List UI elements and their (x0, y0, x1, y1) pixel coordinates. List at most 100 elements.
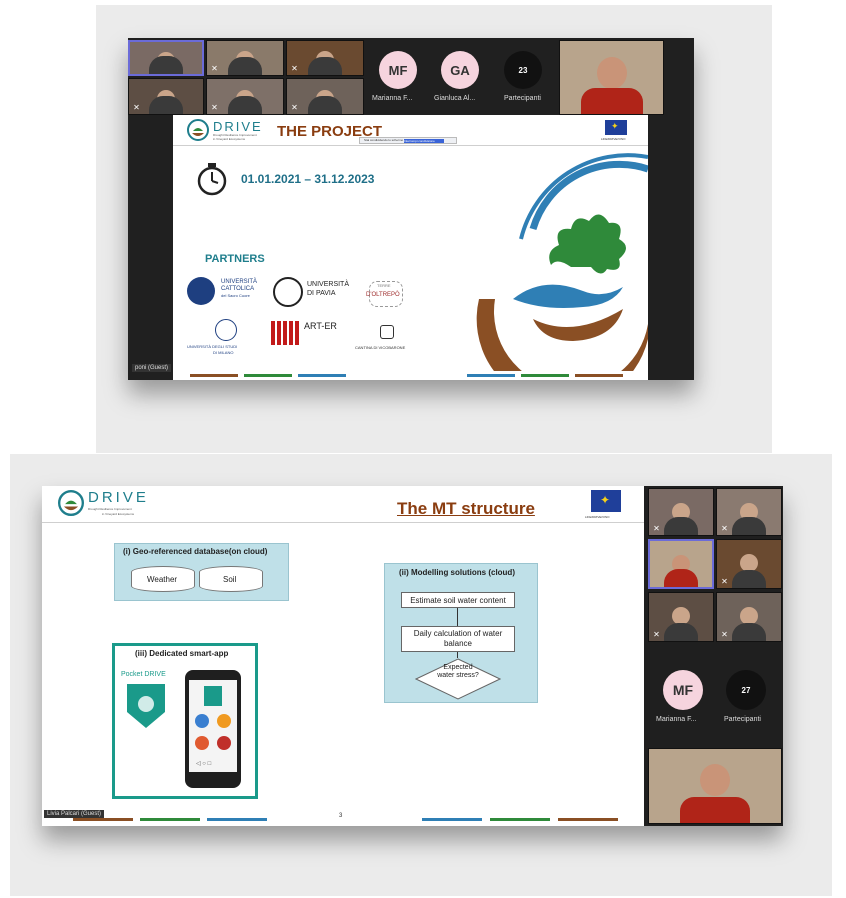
partner-name: del Sacro Cuore (221, 293, 250, 298)
footer-bar (190, 374, 238, 377)
screen-share-toolbar[interactable]: Stai condividendo lo schermo Interrompi … (359, 137, 457, 144)
video-call-window-1: ✕ ✕ ✕ ✕ ✕ MF Marianna F... GA Gianluca A… (128, 38, 694, 380)
muted-mic-icon: ✕ (721, 524, 728, 533)
app-tile-icon[interactable] (217, 736, 231, 750)
footer-bar (521, 374, 569, 377)
participant-body (149, 96, 183, 114)
video-call-window-2: DRIVE Drought Resilience Improvement in … (42, 486, 783, 826)
unipv-seal-icon (273, 277, 303, 307)
muted-mic-icon: ✕ (291, 103, 298, 112)
footer-bar (73, 818, 133, 821)
stopwatch-icon (197, 163, 227, 196)
participant-tile[interactable]: ✕ (648, 488, 714, 536)
avatar[interactable]: MF (379, 51, 417, 89)
participant-tile[interactable]: ✕ (648, 592, 714, 642)
muted-mic-icon: ✕ (721, 577, 728, 586)
participant-body (228, 96, 262, 114)
slide-header-divider (173, 145, 648, 146)
participants-count[interactable]: 27 (726, 670, 766, 710)
app-tile-icon[interactable] (195, 714, 209, 728)
footer-bar (575, 374, 623, 377)
participants-label: Partecipanti (724, 716, 761, 723)
participant-body (732, 570, 766, 588)
participant-tile[interactable]: ✕ (716, 592, 782, 642)
partner-name: TERRE (377, 283, 391, 288)
art-er-logo-icon (271, 321, 301, 345)
participant-tile[interactable]: ✕ (206, 40, 284, 76)
participant-tile[interactable] (128, 40, 204, 76)
presenter-name-label: poni (Guest) (132, 364, 172, 372)
participant-name: Marianna F... (372, 95, 413, 102)
eu-flag-icon: ✦ (591, 490, 621, 512)
participant-body (664, 569, 698, 587)
participant-name: Marianna F... (656, 716, 697, 723)
project-dates: 01.01.2021 – 31.12.2023 (241, 172, 375, 186)
modelling-title: (ii) Modelling solutions (cloud) (399, 568, 515, 577)
smart-app-title: (iii) Dedicated smart-app (135, 649, 229, 658)
app-logo-icon (204, 686, 222, 706)
database-item-soil: Soil (223, 575, 237, 584)
stop-sharing-button[interactable]: Interrompi condivisione (404, 139, 444, 143)
participant-tile[interactable]: ✕ (716, 488, 782, 536)
ucsc-seal-icon (187, 277, 215, 305)
muted-mic-icon: ✕ (291, 64, 298, 73)
partner-name: DI MILANO (213, 350, 234, 355)
participant-tile[interactable]: ✕ (286, 40, 364, 76)
footer-bar (422, 818, 482, 821)
avatar[interactable]: GA (441, 51, 479, 89)
partner-name: CANTINA DI VICOBARONE (355, 345, 406, 350)
unimi-seal-icon (215, 319, 237, 341)
partner-name: CATTOLICA (221, 286, 255, 292)
muted-mic-icon: ✕ (653, 630, 660, 639)
participant-tile[interactable]: ✕ (286, 78, 364, 115)
participant-body (308, 96, 342, 114)
drive-logo-text: DRIVE (213, 119, 263, 134)
participant-body (664, 623, 698, 641)
avatar[interactable]: MF (663, 670, 703, 710)
geo-database-panel: (i) Geo-referenced database(on cloud) We… (114, 543, 289, 601)
phone-nav-icon: ◁ ○ □ (196, 761, 212, 767)
smartphone-screen: ◁ ○ □ (189, 680, 237, 772)
presenter-body (680, 797, 750, 823)
footer-bar (298, 374, 346, 377)
shared-slide-mt-structure: DRIVE Drought Resilience Improvement in … (42, 486, 644, 826)
partner-name: D'OLTREPÒ (366, 292, 400, 298)
drive-logo-icon (58, 490, 84, 516)
smartphone-mockup: ◁ ○ □ (185, 670, 241, 788)
water-balance-step: Daily calculation of water balance (401, 626, 515, 652)
participants-count[interactable]: 23 (504, 51, 542, 89)
muted-mic-icon: ✕ (211, 103, 218, 112)
presenter-head (596, 57, 627, 90)
eu-caption: LIFE/DRIVE/VINO (585, 515, 610, 519)
muted-mic-icon: ✕ (653, 524, 660, 533)
participant-body (228, 57, 262, 75)
app-tile-icon[interactable] (217, 714, 231, 728)
muted-mic-icon: ✕ (211, 64, 218, 73)
drive-logo-subtitle: in Vineyard Ecosystems (102, 512, 134, 516)
presenter-video[interactable] (559, 40, 664, 115)
footer-bar (207, 818, 267, 821)
pocket-drive-shield-icon (127, 684, 165, 728)
participant-body (308, 57, 342, 75)
participants-label: Partecipanti (504, 95, 541, 102)
presenter-name-label: Livia Palcari (Guest) (44, 810, 105, 818)
modelling-panel: (ii) Modelling solutions (cloud) Estimat… (384, 563, 538, 703)
footer-bar (490, 818, 550, 821)
footer-bar (467, 374, 515, 377)
drive-logo-subtitle: Drought Resilience Improvement (88, 507, 132, 511)
eu-flag-icon: ✦ (605, 120, 627, 135)
participant-tile[interactable] (648, 539, 714, 589)
partner-name: UNIVERSITÀ (221, 279, 258, 285)
participant-tile[interactable]: ✕ (716, 539, 782, 589)
participant-tile[interactable]: ✕ (206, 78, 284, 115)
geo-database-title: (i) Geo-referenced database(on cloud) (123, 547, 268, 556)
participant-tile[interactable]: ✕ (128, 78, 204, 115)
eu-caption: LIFE/DRIVE/VINO (601, 137, 626, 141)
participant-body (664, 517, 698, 535)
presenter-video[interactable] (648, 748, 782, 824)
participant-name: Gianluca Al... (434, 95, 476, 102)
app-tile-icon[interactable] (195, 736, 209, 750)
water-stress-decision: Expected water stress? (437, 664, 479, 679)
participant-body (732, 517, 766, 535)
estimate-soil-water-step: Estimate soil water content (401, 592, 515, 608)
